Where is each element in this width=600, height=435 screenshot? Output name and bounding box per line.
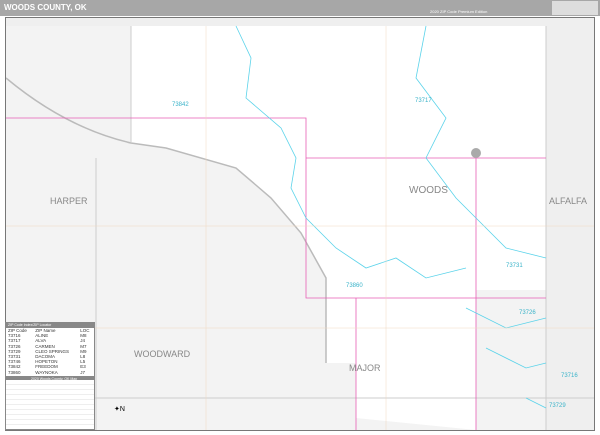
county-label-alfalfa: ALFALFA — [549, 196, 588, 206]
zip-label: 73729 — [549, 403, 566, 409]
logo — [552, 1, 598, 15]
table-row: 73860 WAYNOKA J7 — [8, 369, 85, 375]
county-label-woodward: WOODWARD — [134, 349, 191, 359]
county-label-woods: WOODS — [409, 185, 448, 196]
zip-label: 73717 — [415, 98, 432, 104]
county-label-harper: HARPER — [50, 196, 88, 206]
zip-index-table: ZIP Code ZIP Name LOC 73716 ALINE M8 73717 AL… — [6, 328, 94, 375]
legend: ZIP Code Index/ZIP Locator ZIP Code ZIP N… — [5, 322, 95, 430]
zip-label: 73731 — [506, 263, 523, 269]
zip-label: 73860 — [346, 283, 363, 289]
header: WOODS COUNTY, OK 2020 ZIP Code Premium E… — [0, 0, 600, 16]
table-row: 73842 FREEDOM E3 — [8, 364, 86, 370]
county-label-major: MAJOR — [349, 363, 381, 373]
zip-label: 73726 — [519, 310, 536, 316]
compass-rose-icon: ✦N — [114, 406, 125, 413]
map-title: WOODS COUNTY, OK — [4, 3, 87, 12]
map-key — [6, 379, 94, 428]
zip-label: 73716 — [561, 373, 578, 379]
zip-label: 73842 — [172, 102, 189, 108]
edition-label: 2020 ZIP Code Premium Edition — [430, 9, 488, 14]
